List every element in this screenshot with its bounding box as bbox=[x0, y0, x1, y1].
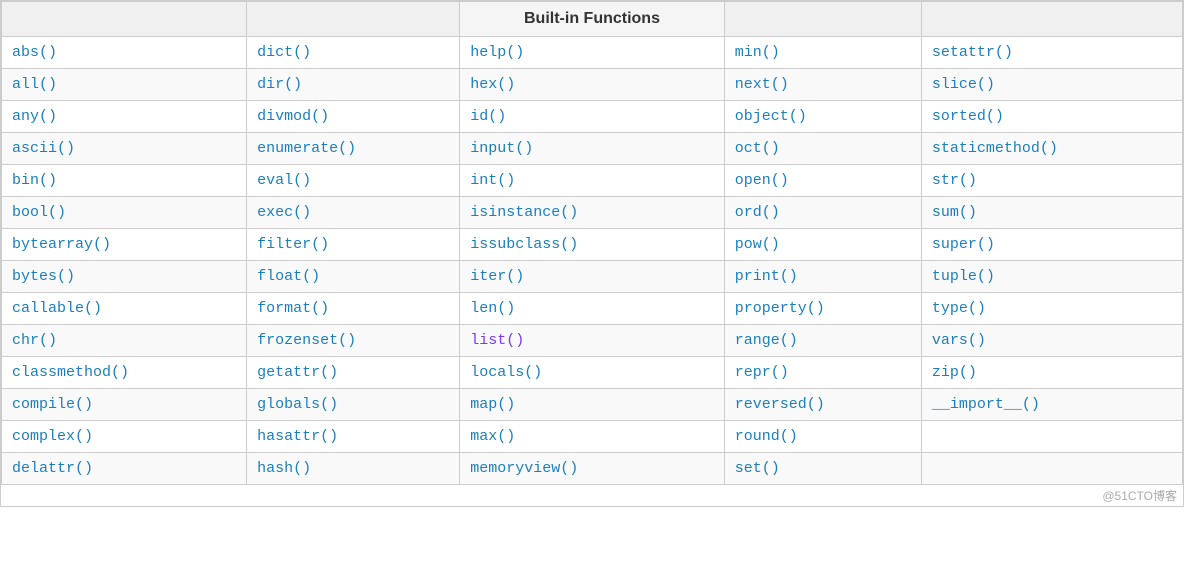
table-cell: help() bbox=[460, 37, 725, 69]
table-cell: sorted() bbox=[921, 101, 1182, 133]
table-cell: hasattr() bbox=[247, 421, 460, 453]
table-row: complex()hasattr()max()round() bbox=[2, 421, 1183, 453]
header-col5 bbox=[921, 2, 1182, 37]
header-col2 bbox=[247, 2, 460, 37]
table-cell: vars() bbox=[921, 325, 1182, 357]
header-col4 bbox=[724, 2, 921, 37]
table-cell: callable() bbox=[2, 293, 247, 325]
table-cell: max() bbox=[460, 421, 725, 453]
table-cell: any() bbox=[2, 101, 247, 133]
table-cell: set() bbox=[724, 453, 921, 485]
table-cell: sum() bbox=[921, 197, 1182, 229]
table-cell: bytes() bbox=[2, 261, 247, 293]
table-cell: object() bbox=[724, 101, 921, 133]
table-cell: super() bbox=[921, 229, 1182, 261]
table-cell: min() bbox=[724, 37, 921, 69]
table-cell: input() bbox=[460, 133, 725, 165]
table-row: bin()eval()int()open()str() bbox=[2, 165, 1183, 197]
table-row: abs()dict()help()min()setattr() bbox=[2, 37, 1183, 69]
table-cell: next() bbox=[724, 69, 921, 101]
table-cell: dict() bbox=[247, 37, 460, 69]
table-cell: str() bbox=[921, 165, 1182, 197]
table-cell: chr() bbox=[2, 325, 247, 357]
table-cell: compile() bbox=[2, 389, 247, 421]
table-cell: __import__() bbox=[921, 389, 1182, 421]
table-cell: format() bbox=[247, 293, 460, 325]
table-cell: eval() bbox=[247, 165, 460, 197]
table-row: ascii()enumerate()input()oct()staticmeth… bbox=[2, 133, 1183, 165]
table-row: chr()frozenset()list()range()vars() bbox=[2, 325, 1183, 357]
table-cell: classmethod() bbox=[2, 357, 247, 389]
table-cell: issubclass() bbox=[460, 229, 725, 261]
table-row: callable()format()len()property()type() bbox=[2, 293, 1183, 325]
table-cell: pow() bbox=[724, 229, 921, 261]
header-title: Built-in Functions bbox=[460, 2, 725, 37]
table-cell: property() bbox=[724, 293, 921, 325]
table-cell: locals() bbox=[460, 357, 725, 389]
table-row: delattr()hash()memoryview()set() bbox=[2, 453, 1183, 485]
table-cell: abs() bbox=[2, 37, 247, 69]
table-cell: globals() bbox=[247, 389, 460, 421]
table-cell: divmod() bbox=[247, 101, 460, 133]
table-cell: hex() bbox=[460, 69, 725, 101]
table-cell: hash() bbox=[247, 453, 460, 485]
table-cell: delattr() bbox=[2, 453, 247, 485]
table-cell: all() bbox=[2, 69, 247, 101]
table-cell: iter() bbox=[460, 261, 725, 293]
builtin-functions-table: Built-in Functions abs()dict()help()min(… bbox=[1, 1, 1183, 485]
table-cell: enumerate() bbox=[247, 133, 460, 165]
table-cell: isinstance() bbox=[460, 197, 725, 229]
table-cell: type() bbox=[921, 293, 1182, 325]
table-row: compile()globals()map()reversed()__impor… bbox=[2, 389, 1183, 421]
table-cell: print() bbox=[724, 261, 921, 293]
table-cell: repr() bbox=[724, 357, 921, 389]
table-cell: getattr() bbox=[247, 357, 460, 389]
table-cell: bin() bbox=[2, 165, 247, 197]
watermark-label: @51CTO博客 bbox=[1, 485, 1183, 506]
table-cell: range() bbox=[724, 325, 921, 357]
table-cell: memoryview() bbox=[460, 453, 725, 485]
table-row: any()divmod()id()object()sorted() bbox=[2, 101, 1183, 133]
table-row: all()dir()hex()next()slice() bbox=[2, 69, 1183, 101]
table-cell: map() bbox=[460, 389, 725, 421]
table-cell: zip() bbox=[921, 357, 1182, 389]
table-cell: round() bbox=[724, 421, 921, 453]
table-cell: open() bbox=[724, 165, 921, 197]
table-row: bool()exec()isinstance()ord()sum() bbox=[2, 197, 1183, 229]
table-cell: staticmethod() bbox=[921, 133, 1182, 165]
table-cell: complex() bbox=[2, 421, 247, 453]
table-cell: setattr() bbox=[921, 37, 1182, 69]
table-row: classmethod()getattr()locals()repr()zip(… bbox=[2, 357, 1183, 389]
table-row: bytes()float()iter()print()tuple() bbox=[2, 261, 1183, 293]
table-cell bbox=[921, 421, 1182, 453]
table-cell: slice() bbox=[921, 69, 1182, 101]
table-cell: int() bbox=[460, 165, 725, 197]
table-cell: bytearray() bbox=[2, 229, 247, 261]
header-col1 bbox=[2, 2, 247, 37]
table-cell: reversed() bbox=[724, 389, 921, 421]
table-cell: ord() bbox=[724, 197, 921, 229]
table-cell: tuple() bbox=[921, 261, 1182, 293]
table-cell: dir() bbox=[247, 69, 460, 101]
table-cell: exec() bbox=[247, 197, 460, 229]
table-cell: list() bbox=[460, 325, 725, 357]
table-cell: bool() bbox=[2, 197, 247, 229]
table-cell: len() bbox=[460, 293, 725, 325]
table-cell: id() bbox=[460, 101, 725, 133]
table-row: bytearray()filter()issubclass()pow()supe… bbox=[2, 229, 1183, 261]
table-cell: frozenset() bbox=[247, 325, 460, 357]
table-cell: filter() bbox=[247, 229, 460, 261]
table-cell: oct() bbox=[724, 133, 921, 165]
table-cell: float() bbox=[247, 261, 460, 293]
table-cell bbox=[921, 453, 1182, 485]
table-cell: ascii() bbox=[2, 133, 247, 165]
table-wrapper: Built-in Functions abs()dict()help()min(… bbox=[0, 0, 1184, 507]
